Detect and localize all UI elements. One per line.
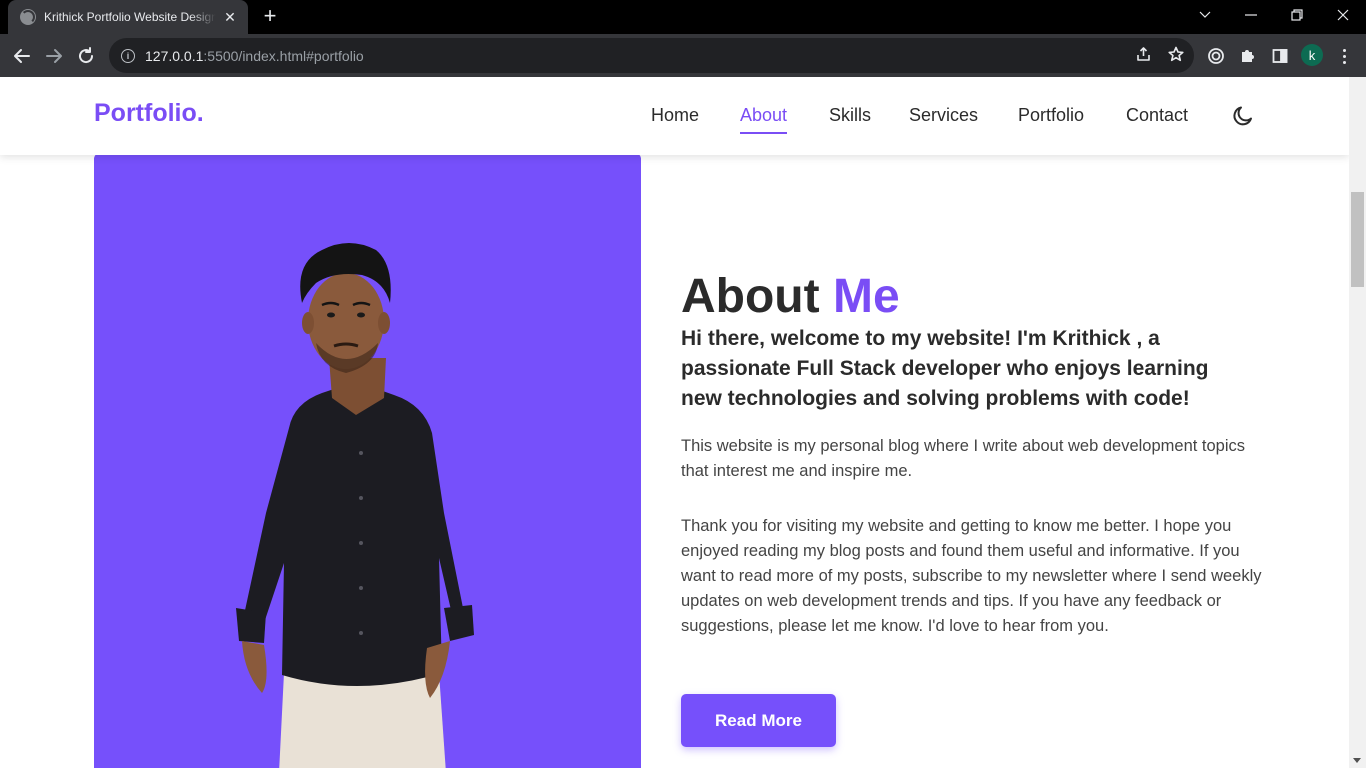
- close-tab-icon[interactable]: ✕: [222, 9, 238, 25]
- moon-icon[interactable]: [1231, 104, 1255, 128]
- browser-tab[interactable]: Krithick Portfolio Website Design ✕: [8, 0, 248, 34]
- new-tab-button[interactable]: +: [258, 5, 282, 28]
- close-window-icon[interactable]: [1320, 0, 1366, 30]
- scrollbar-thumb[interactable]: [1351, 192, 1364, 287]
- back-arrow-icon[interactable]: [9, 43, 35, 69]
- about-paragraph-2: Thank you for visiting my website and ge…: [681, 517, 1262, 635]
- nav-contact[interactable]: Contact: [1126, 105, 1188, 126]
- extensions-puzzle-icon[interactable]: [1237, 45, 1259, 67]
- site-header: Portfolio. Home About Skills Services Po…: [0, 77, 1349, 155]
- about-heading-accent: Me: [832, 270, 900, 323]
- restore-window-icon[interactable]: [1274, 0, 1320, 30]
- browser-menu-icon[interactable]: [1336, 45, 1352, 67]
- about-paragraph-1: This website is my personal blog where I…: [681, 437, 1246, 480]
- url-path: :5500/index.html#portfolio: [203, 47, 364, 64]
- about-intro: Hi there, welcome to my website! I'm Kri…: [681, 327, 1209, 410]
- nav-services[interactable]: Services: [909, 105, 978, 126]
- tab-search-chevron-icon[interactable]: [1182, 0, 1228, 30]
- browser-toolbar: i 127.0.0.1:5500/index.html#portfolio: [0, 34, 1366, 77]
- page-scrollbar[interactable]: [1349, 77, 1366, 768]
- nav-skills[interactable]: Skills: [829, 105, 871, 126]
- tab-title: Krithick Portfolio Website Design: [44, 10, 216, 24]
- bookmark-star-icon[interactable]: [1165, 43, 1187, 65]
- site-info-icon[interactable]: i: [121, 48, 135, 63]
- share-icon[interactable]: [1133, 43, 1155, 65]
- forward-arrow-icon[interactable]: [41, 43, 67, 69]
- about-heading: About Me: [681, 269, 900, 324]
- minimize-window-icon[interactable]: [1228, 0, 1274, 30]
- profile-photo: [236, 243, 474, 768]
- scroll-down-arrow-icon[interactable]: [1353, 758, 1361, 763]
- url-host: 127.0.0.1: [145, 47, 204, 64]
- about-heading-main: About: [681, 270, 820, 323]
- nav-portfolio[interactable]: Portfolio: [1018, 105, 1084, 126]
- site-logo[interactable]: Portfolio.: [94, 99, 204, 128]
- extension-target-icon[interactable]: [1205, 45, 1227, 67]
- address-bar[interactable]: i 127.0.0.1:5500/index.html#portfolio: [109, 38, 1194, 73]
- side-panel-icon[interactable]: [1269, 45, 1291, 67]
- profile-avatar[interactable]: k: [1301, 44, 1323, 66]
- browser-tab-strip: Krithick Portfolio Website Design ✕ +: [0, 0, 1366, 34]
- globe-icon: [20, 9, 36, 25]
- page-viewport: Portfolio. Home About Skills Services Po…: [0, 77, 1349, 768]
- nav-about[interactable]: About: [740, 105, 788, 134]
- read-more-button[interactable]: Read More: [681, 694, 836, 747]
- profile-photo-panel: [94, 153, 641, 768]
- nav-home[interactable]: Home: [651, 105, 699, 126]
- reload-icon[interactable]: [73, 43, 99, 69]
